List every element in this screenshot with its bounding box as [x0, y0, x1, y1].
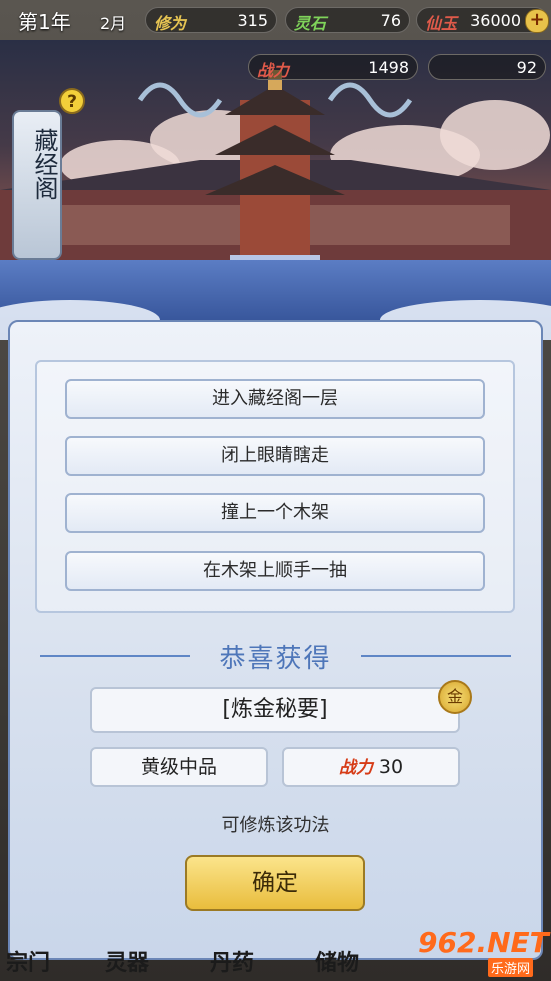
spirit-stone-label: 灵石 [294, 14, 327, 33]
option-hit-shelf[interactable]: 撞上一个木架 [65, 493, 485, 533]
reward-item-name: [炼金秘要] [90, 687, 460, 733]
location-tag: 藏经阁 [12, 110, 62, 260]
nav-artifacts[interactable]: 灵器 [105, 945, 149, 977]
nav-storage[interactable]: 储物 [315, 945, 359, 977]
reward-power-label: 战力 [338, 758, 373, 778]
reward-power: 战力 30 [282, 747, 460, 787]
power-stat: 战力 1498 [248, 54, 418, 80]
jade-label: 仙玉 [425, 14, 458, 33]
location-title: 藏经阁 [30, 128, 58, 200]
cultivation-value: 315 [237, 11, 268, 30]
option-pull-from-shelf[interactable]: 在木架上顺手一抽 [65, 551, 485, 591]
reward-title: 恭喜获得 [219, 644, 332, 674]
power-value: 1498 [368, 58, 409, 77]
power-label: 战力 [257, 61, 290, 80]
cultivation-label: 修为 [154, 14, 187, 33]
jade-stat: 仙玉 36000 + [416, 7, 549, 33]
library-scene-banner: 藏经阁 ? 战力 1498 92 [0, 40, 551, 340]
nav-pills[interactable]: 丹药 [210, 945, 254, 977]
option-enter-floor-one[interactable]: 进入藏经阁一层 [65, 379, 485, 419]
year-label: 第1年 [18, 10, 71, 34]
month-label: 2月 [100, 14, 127, 33]
option-walk-blind[interactable]: 闭上眼睛瞎走 [65, 436, 485, 476]
watermark-sub: 乐游网 [488, 958, 534, 977]
confirm-button[interactable]: 确定 [185, 855, 365, 911]
cultivation-stat: 修为 315 [145, 7, 277, 33]
spirit-stone-stat: 灵石 76 [285, 7, 410, 33]
qi-value: 92 [516, 58, 537, 77]
reward-grade: 黄级中品 [90, 747, 268, 787]
nav-sect[interactable]: 宗门 [6, 945, 50, 977]
reward-description: 可修炼该功法 [221, 815, 330, 836]
watermark-brand: 962.NET [418, 926, 549, 959]
spirit-stone-value: 76 [380, 11, 401, 30]
gold-badge-icon: 金 [438, 680, 472, 714]
top-status-bar: 第1年 2月 修为 315 灵石 76 仙玉 36000 + [0, 0, 551, 40]
help-button[interactable]: ? [59, 88, 85, 114]
reward-power-value: 30 [378, 756, 404, 778]
add-jade-button[interactable]: + [525, 9, 549, 33]
jade-value: 36000 [470, 11, 521, 30]
qi-stat: 92 [428, 54, 546, 80]
